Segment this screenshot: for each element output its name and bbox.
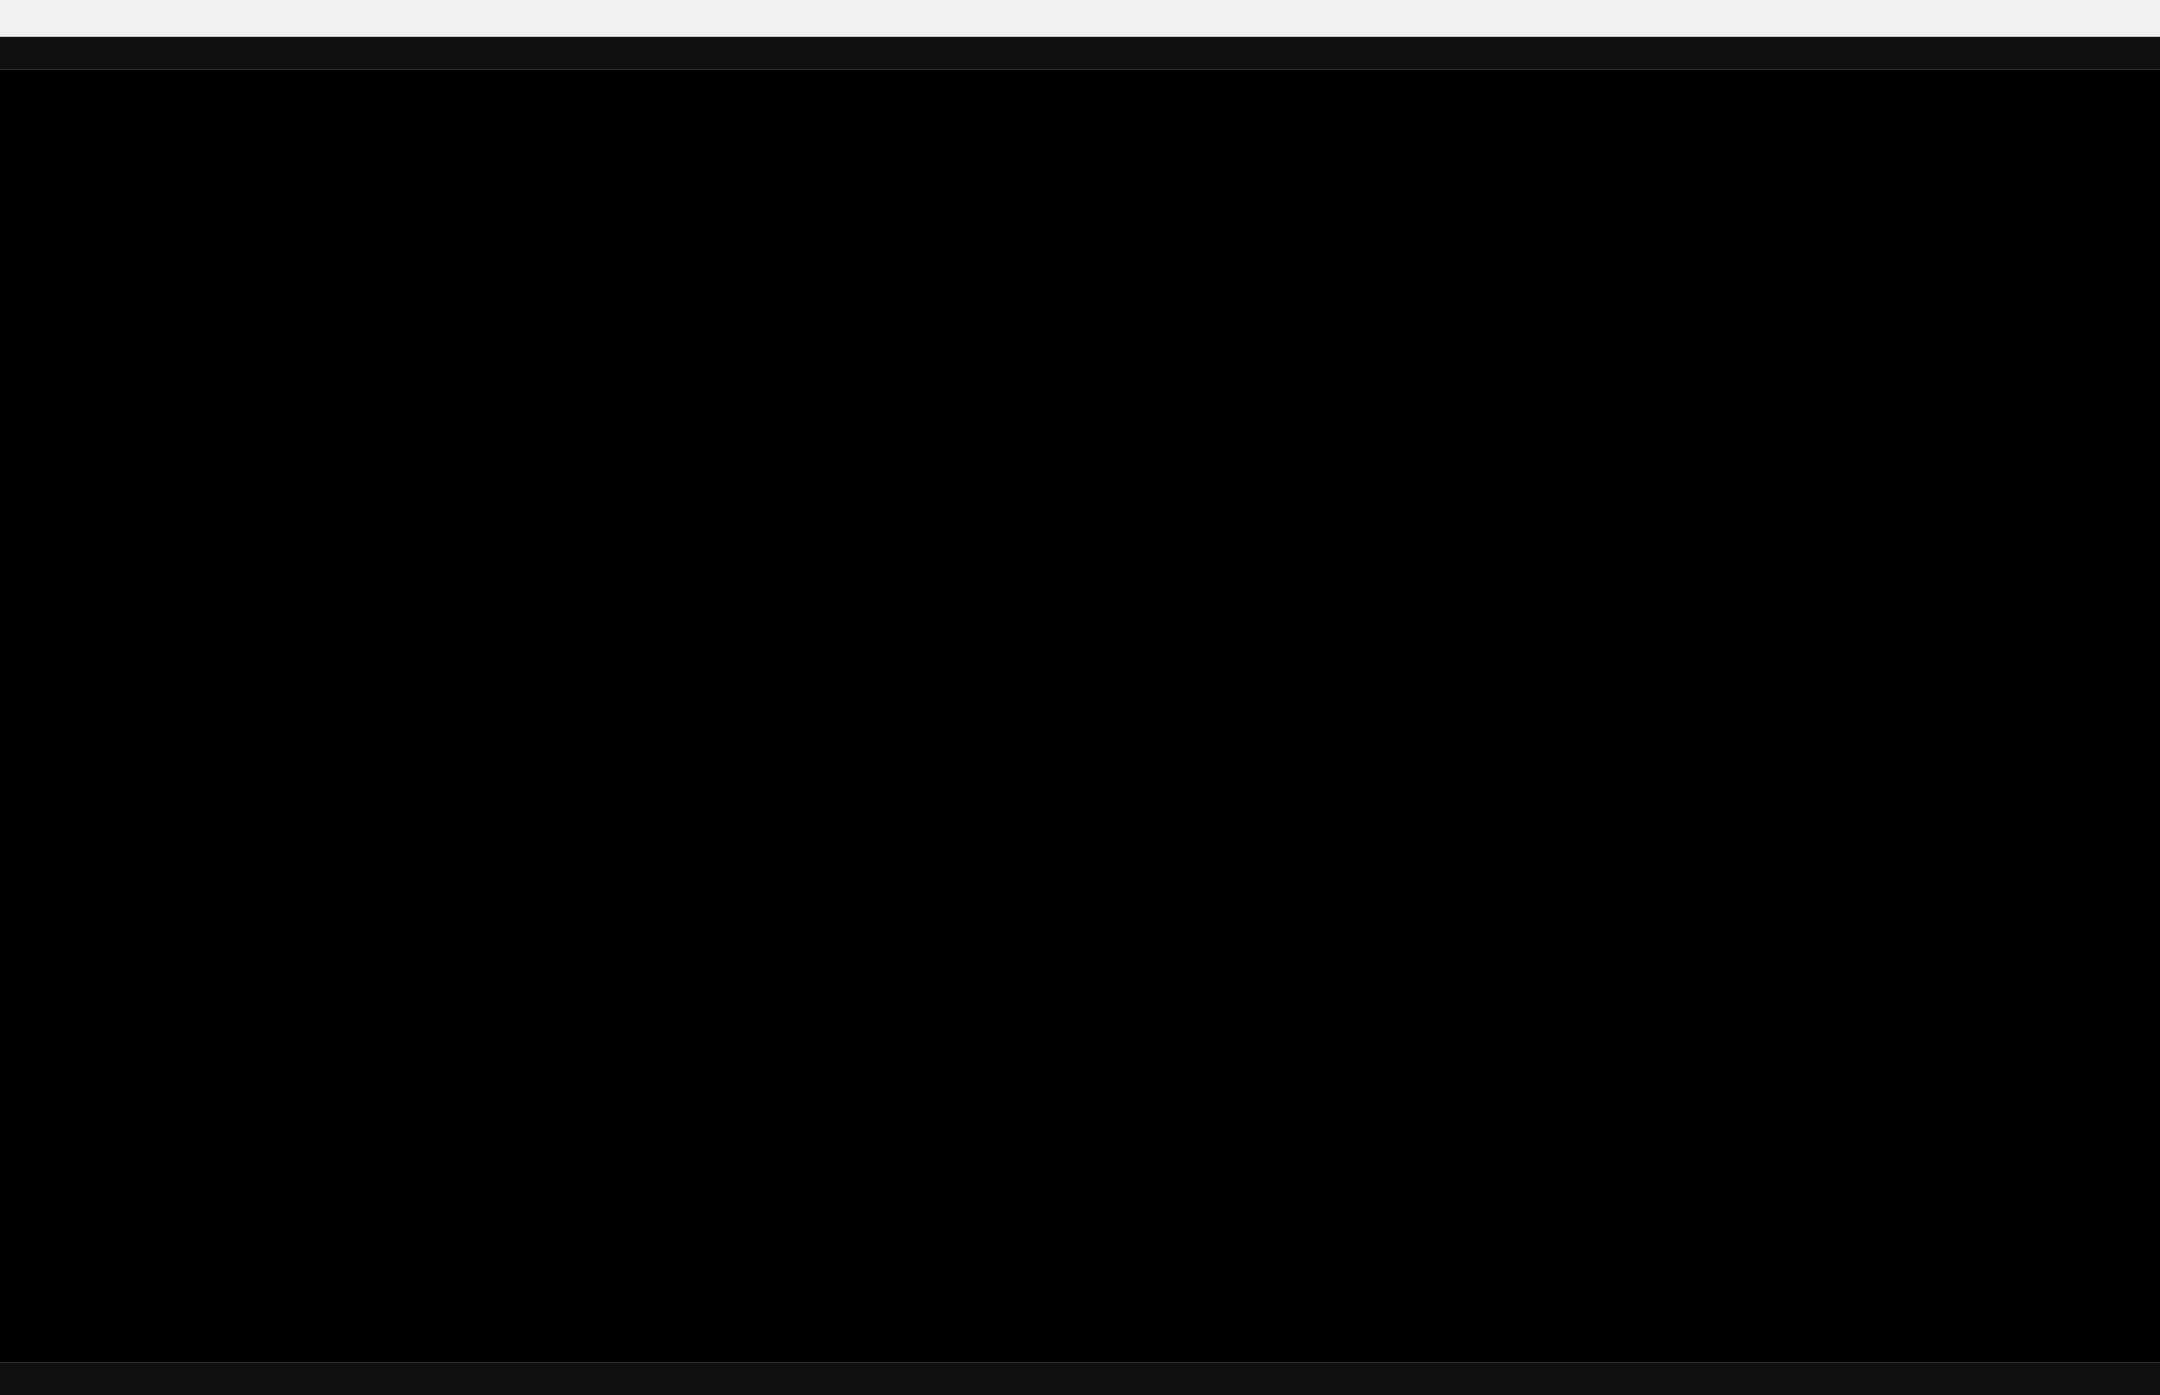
- status-bar: [0, 1362, 2160, 1395]
- main-workspace: [0, 70, 2160, 1363]
- application-window: [0, 0, 2160, 1395]
- title-bar: [0, 0, 2160, 37]
- toolbar: [0, 37, 2160, 70]
